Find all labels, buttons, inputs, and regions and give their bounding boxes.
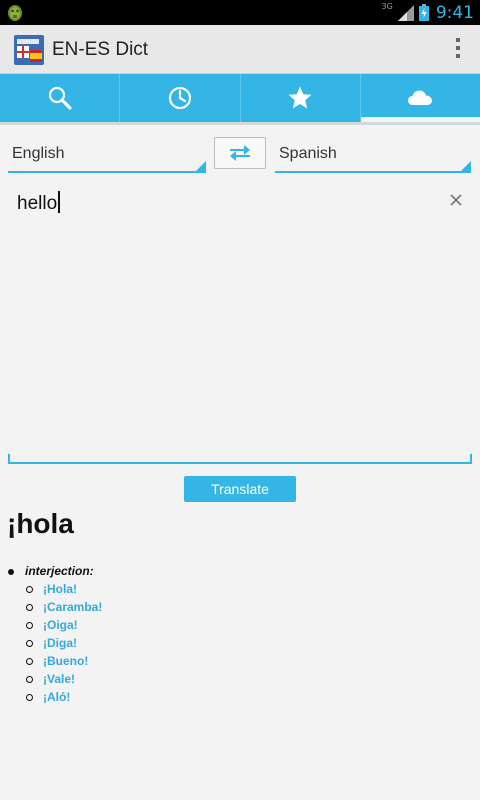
translation-item[interactable]: ¡Vale!	[8, 671, 468, 689]
translation-item[interactable]: ¡Diga!	[8, 635, 468, 653]
translation-link[interactable]: ¡Oiga!	[43, 618, 78, 632]
circle-bullet-icon	[26, 658, 33, 665]
translation-link[interactable]: ¡Vale!	[43, 672, 75, 686]
clock-time: 9:41	[435, 2, 474, 23]
bullet-icon	[8, 569, 14, 575]
clear-input-icon[interactable]	[448, 192, 464, 208]
circle-bullet-icon	[26, 604, 33, 611]
swap-arrows-icon	[230, 145, 250, 161]
dropdown-corner-icon	[196, 161, 206, 171]
tab-divider	[0, 122, 480, 125]
battery-charging-icon	[418, 4, 429, 21]
text-cursor	[58, 191, 60, 213]
part-of-speech-label: interjection:	[25, 564, 94, 578]
tab-favorites[interactable]	[241, 74, 361, 122]
translation-item[interactable]: ¡Bueno!	[8, 653, 468, 671]
target-language-label: Spanish	[279, 145, 337, 162]
text-input-field[interactable]: hello	[8, 182, 472, 464]
result-headword: ¡hola	[7, 508, 74, 539]
translate-button[interactable]: Translate	[184, 476, 296, 502]
source-language-spinner[interactable]: English	[8, 135, 206, 173]
tab-online-translate[interactable]	[360, 74, 480, 122]
status-bar: 3G 9:41	[0, 0, 480, 25]
input-value: hello	[17, 193, 58, 214]
android-notification-icon	[8, 5, 22, 21]
translation-link[interactable]: ¡Caramba!	[43, 600, 102, 614]
overflow-menu-button[interactable]	[454, 38, 462, 62]
translation-item[interactable]: ¡Caramba!	[8, 599, 468, 617]
swap-languages-button[interactable]	[214, 137, 266, 169]
tab-bar	[0, 74, 480, 122]
language-selector-row: English Spanish	[0, 135, 480, 175]
dropdown-corner-icon	[461, 161, 471, 171]
translation-link[interactable]: ¡Hola!	[43, 582, 77, 596]
overflow-dot-icon	[456, 46, 460, 50]
circle-bullet-icon	[26, 622, 33, 629]
tab-search[interactable]	[0, 74, 121, 122]
source-language-label: English	[12, 145, 65, 162]
part-of-speech-item: interjection:	[8, 563, 468, 581]
circle-bullet-icon	[26, 640, 33, 647]
app-title: EN-ES Dict	[52, 39, 149, 60]
tab-history[interactable]	[120, 74, 241, 122]
search-icon	[48, 86, 72, 110]
input-text-container: hello	[17, 191, 60, 215]
app-logo-icon	[14, 35, 44, 65]
circle-bullet-icon	[26, 586, 33, 593]
target-language-spinner[interactable]: Spanish	[275, 135, 471, 173]
translation-item[interactable]: ¡Hola!	[8, 581, 468, 599]
action-bar: EN-ES Dict	[0, 25, 480, 74]
translation-item[interactable]: ¡Aló!	[8, 689, 468, 707]
result-definitions: interjection: ¡Hola! ¡Caramba! ¡Oiga! ¡D…	[8, 563, 468, 707]
overflow-dot-icon	[456, 38, 460, 42]
translation-link[interactable]: ¡Diga!	[43, 636, 77, 650]
signal-icon	[397, 4, 414, 21]
cloud-icon	[408, 90, 433, 105]
favorites-star-icon	[288, 86, 312, 109]
translation-item[interactable]: ¡Oiga!	[8, 617, 468, 635]
translation-link[interactable]: ¡Bueno!	[43, 654, 88, 668]
translation-link[interactable]: ¡Aló!	[43, 690, 70, 704]
history-clock-icon	[168, 86, 191, 110]
input-edge-right	[470, 454, 472, 462]
network-type: 3G	[381, 2, 393, 11]
input-edge-left	[8, 454, 10, 462]
overflow-dot-icon	[456, 54, 460, 58]
circle-bullet-icon	[26, 676, 33, 683]
circle-bullet-icon	[26, 694, 33, 701]
